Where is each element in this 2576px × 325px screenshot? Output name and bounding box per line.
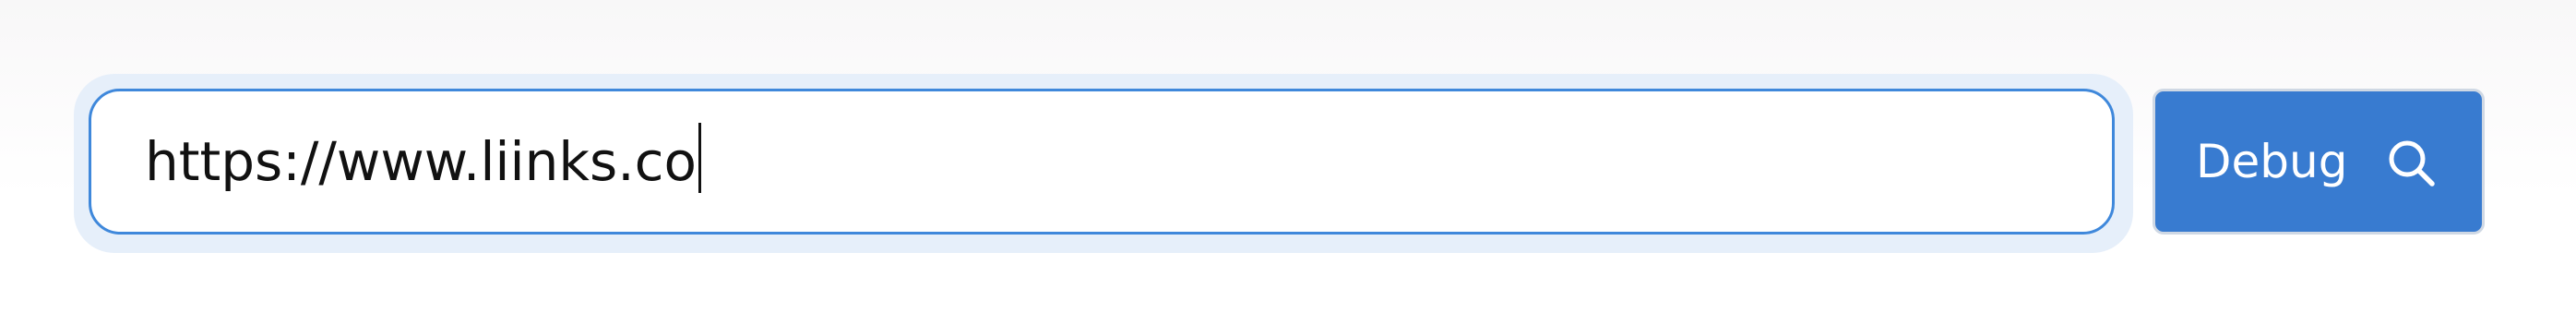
- search-icon: [2386, 138, 2438, 189]
- debug-button[interactable]: Debug: [2153, 89, 2485, 235]
- url-input-value[interactable]: https://www.liinks.co: [145, 130, 697, 193]
- debug-button-label: Debug: [2196, 135, 2348, 188]
- url-debug-bar: https://www.liinks.co Debug: [74, 74, 2491, 253]
- text-caret: [698, 123, 702, 193]
- url-input[interactable]: https://www.liinks.co: [89, 89, 2115, 235]
